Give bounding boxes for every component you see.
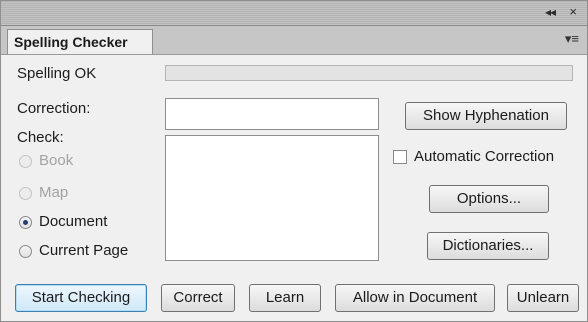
- correction-input[interactable]: [165, 98, 379, 130]
- radio-label: Document: [39, 213, 108, 230]
- status-text: Spelling OK: [17, 65, 97, 82]
- panel-menu-icon[interactable]: ▾≡: [565, 31, 579, 47]
- tab-row: Spelling Checker: [1, 26, 587, 55]
- radio-button[interactable]: [19, 216, 32, 229]
- automatic-correction-label[interactable]: Automatic Correction: [414, 148, 554, 165]
- radio-button: [19, 155, 32, 168]
- radio-label: Current Page: [39, 242, 129, 259]
- radio-label: Book: [39, 152, 74, 169]
- options-button[interactable]: Options...: [429, 185, 549, 213]
- suggestions-list[interactable]: [165, 135, 379, 261]
- close-icon[interactable]: ×: [569, 4, 577, 19]
- panel-titlebar[interactable]: ◂◂ ×: [1, 1, 587, 26]
- correct-button[interactable]: Correct: [161, 284, 235, 312]
- show-hyphenation-button[interactable]: Show Hyphenation: [405, 102, 567, 130]
- unlearn-button[interactable]: Unlearn: [507, 284, 579, 312]
- status-bar: [165, 65, 573, 81]
- tab-spelling-checker[interactable]: Spelling Checker: [7, 29, 153, 54]
- check-label: Check:: [17, 129, 64, 146]
- correction-label: Correction:: [17, 100, 91, 117]
- start-checking-button[interactable]: Start Checking: [15, 284, 147, 312]
- learn-button[interactable]: Learn: [249, 284, 321, 312]
- spelling-checker-panel: ◂◂ × Spelling Checker ▾≡ Spelling OK Cor…: [0, 0, 588, 322]
- dictionaries-button[interactable]: Dictionaries...: [427, 232, 549, 260]
- radio-button: [19, 187, 32, 200]
- automatic-correction-checkbox[interactable]: [393, 150, 407, 164]
- radio-button[interactable]: [19, 245, 32, 258]
- collapse-icon[interactable]: ◂◂: [545, 5, 556, 19]
- allow-in-document-button[interactable]: Allow in Document: [335, 284, 495, 312]
- radio-label: Map: [39, 184, 69, 201]
